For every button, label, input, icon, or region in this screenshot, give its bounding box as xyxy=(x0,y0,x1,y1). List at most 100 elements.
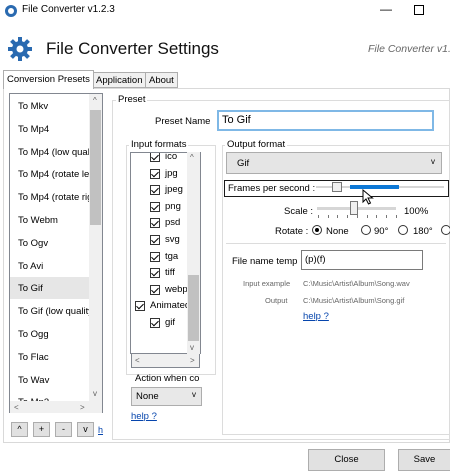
file-name-template-label: File name temp xyxy=(232,256,298,267)
preset-list-item[interactable]: To Gif (low quality xyxy=(10,300,90,322)
window-title: File Converter v1.2.3 xyxy=(22,4,115,15)
checkbox[interactable] xyxy=(150,218,160,229)
app-icon xyxy=(5,5,17,17)
mouse-cursor-icon xyxy=(362,189,374,205)
version-label: File Converter v1.2 xyxy=(368,43,450,55)
preset-name-label: Preset Name xyxy=(155,116,211,127)
save-button[interactable]: Save xyxy=(398,449,450,471)
input-format-label: ico xyxy=(165,152,178,162)
preset-list-item[interactable]: To Ogv xyxy=(10,232,90,254)
checkbox[interactable] xyxy=(150,284,160,295)
scroll-right-arrow-icon[interactable]: > xyxy=(80,403,85,412)
output-format-select[interactable]: Gif v xyxy=(226,152,442,174)
input-format-label: psd xyxy=(165,217,181,229)
minimize-button[interactable]: — xyxy=(376,0,396,20)
fps-slider-thumb[interactable] xyxy=(332,182,342,192)
rotate-180-label: 180° xyxy=(413,226,433,237)
input-format-label: png xyxy=(165,200,181,212)
output-format-label: Output format xyxy=(225,139,288,150)
rotate-none-radio[interactable] xyxy=(312,225,322,235)
output-example-value: C:\Music\Artist\Album\Song.gif xyxy=(303,296,405,305)
rotate-180-radio[interactable] xyxy=(398,225,408,235)
preset-list-item[interactable]: To Webm xyxy=(10,209,90,231)
slider-tick xyxy=(376,215,378,218)
preset-list-item[interactable]: To Ogg xyxy=(10,323,90,345)
scale-slider-thumb[interactable] xyxy=(350,201,358,215)
preset-list-horizontal-scrollbar[interactable] xyxy=(10,401,102,413)
divider xyxy=(226,243,446,244)
rotate-none-label: None xyxy=(326,226,349,237)
preset-list-item[interactable]: To Mp4 (rotate rig xyxy=(10,186,90,208)
input-formats-label: Input formats xyxy=(129,139,189,150)
input-format-label: tiff xyxy=(165,267,175,279)
scroll-down-arrow-icon[interactable]: v xyxy=(93,389,97,398)
input-example-label: Input example xyxy=(243,279,291,288)
scroll-down-arrow-icon[interactable]: v xyxy=(190,343,194,352)
input-example-value: C:\Music\Artist\Album\Song.wav xyxy=(303,279,410,288)
input-format-label: jpeg xyxy=(165,184,183,196)
scroll-right-arrow-icon[interactable]: > xyxy=(190,356,195,365)
checkbox[interactable] xyxy=(150,201,160,212)
output-example-label: Output xyxy=(265,296,288,305)
input-formats-scroll-thumb[interactable] xyxy=(188,275,199,341)
input-format-label: gif xyxy=(165,317,176,328)
scroll-left-arrow-icon[interactable]: < xyxy=(14,403,19,412)
tab-application[interactable]: Application xyxy=(92,72,147,88)
scroll-up-arrow-icon[interactable]: ^ xyxy=(93,96,97,105)
preset-list-item[interactable]: To Mkv xyxy=(10,95,90,117)
preset-list-item[interactable]: To Wav xyxy=(10,369,90,391)
fps-label: Frames per second : xyxy=(228,183,316,194)
scale-label: Scale : xyxy=(284,206,314,217)
output-help-link[interactable]: help ? xyxy=(303,311,329,322)
help-link[interactable]: h xyxy=(98,425,103,435)
checkbox[interactable] xyxy=(150,318,160,328)
input-format-label: svg xyxy=(165,234,180,245)
checkbox[interactable] xyxy=(150,251,160,262)
scale-value: 100% xyxy=(404,206,429,217)
checkbox[interactable] xyxy=(150,168,160,179)
tab-conversion-presets[interactable]: Conversion Presets xyxy=(3,70,94,89)
input-format-label: jpg xyxy=(165,167,178,179)
checkbox[interactable] xyxy=(150,185,160,196)
preset-group-label: Preset xyxy=(116,94,148,105)
preset-list-scroll-thumb[interactable] xyxy=(90,110,101,225)
preset-list-item[interactable]: To Flac xyxy=(10,346,90,368)
input-format-label: Animated xyxy=(150,300,191,312)
action-select-value: None xyxy=(136,391,159,402)
scroll-up-arrow-icon[interactable]: ^ xyxy=(190,153,194,162)
preset-name-input[interactable]: To Gif xyxy=(217,110,434,131)
scroll-left-arrow-icon[interactable]: < xyxy=(135,356,140,365)
checkbox[interactable] xyxy=(150,235,160,245)
gear-icon xyxy=(8,37,32,61)
page-title: File Converter Settings xyxy=(46,39,219,58)
tab-about[interactable]: About xyxy=(145,72,178,88)
rotate-90-radio[interactable] xyxy=(361,225,371,235)
action-select[interactable]: None v xyxy=(131,387,202,406)
input-format-label: webp xyxy=(165,283,188,295)
slider-tick xyxy=(318,215,319,218)
chevron-down-icon: v xyxy=(192,390,196,399)
rotate-270-radio[interactable] xyxy=(441,225,450,235)
remove-preset-button[interactable]: - xyxy=(55,422,72,437)
action-when-complete-label: Action when co xyxy=(135,373,200,384)
preset-list-item[interactable]: To Mp4 xyxy=(10,118,90,140)
move-down-button[interactable]: v xyxy=(77,422,94,437)
rotate-90-label: 90° xyxy=(374,226,389,237)
preset-list-item[interactable]: To Avi xyxy=(10,255,90,277)
close-button[interactable]: Close xyxy=(308,449,385,471)
add-preset-button[interactable]: + xyxy=(33,422,50,437)
maximize-button[interactable] xyxy=(414,5,424,15)
slider-tick xyxy=(395,215,397,218)
file-name-template-input[interactable]: (p)(f) xyxy=(301,250,423,270)
slider-tick xyxy=(337,215,339,218)
preset-list-item[interactable]: To Mp4 (rotate le xyxy=(10,163,90,185)
preset-list-item[interactable]: To Gif xyxy=(10,277,90,300)
checkbox[interactable] xyxy=(150,153,160,162)
move-up-button[interactable]: ^ xyxy=(11,422,28,437)
checkbox[interactable] xyxy=(135,301,145,312)
action-help-link[interactable]: help ? xyxy=(131,411,157,422)
fps-slider-fill xyxy=(350,185,399,189)
checkbox[interactable] xyxy=(150,268,160,279)
slider-tick xyxy=(356,215,358,218)
preset-list-item[interactable]: To Mp4 (low qual xyxy=(10,141,90,163)
